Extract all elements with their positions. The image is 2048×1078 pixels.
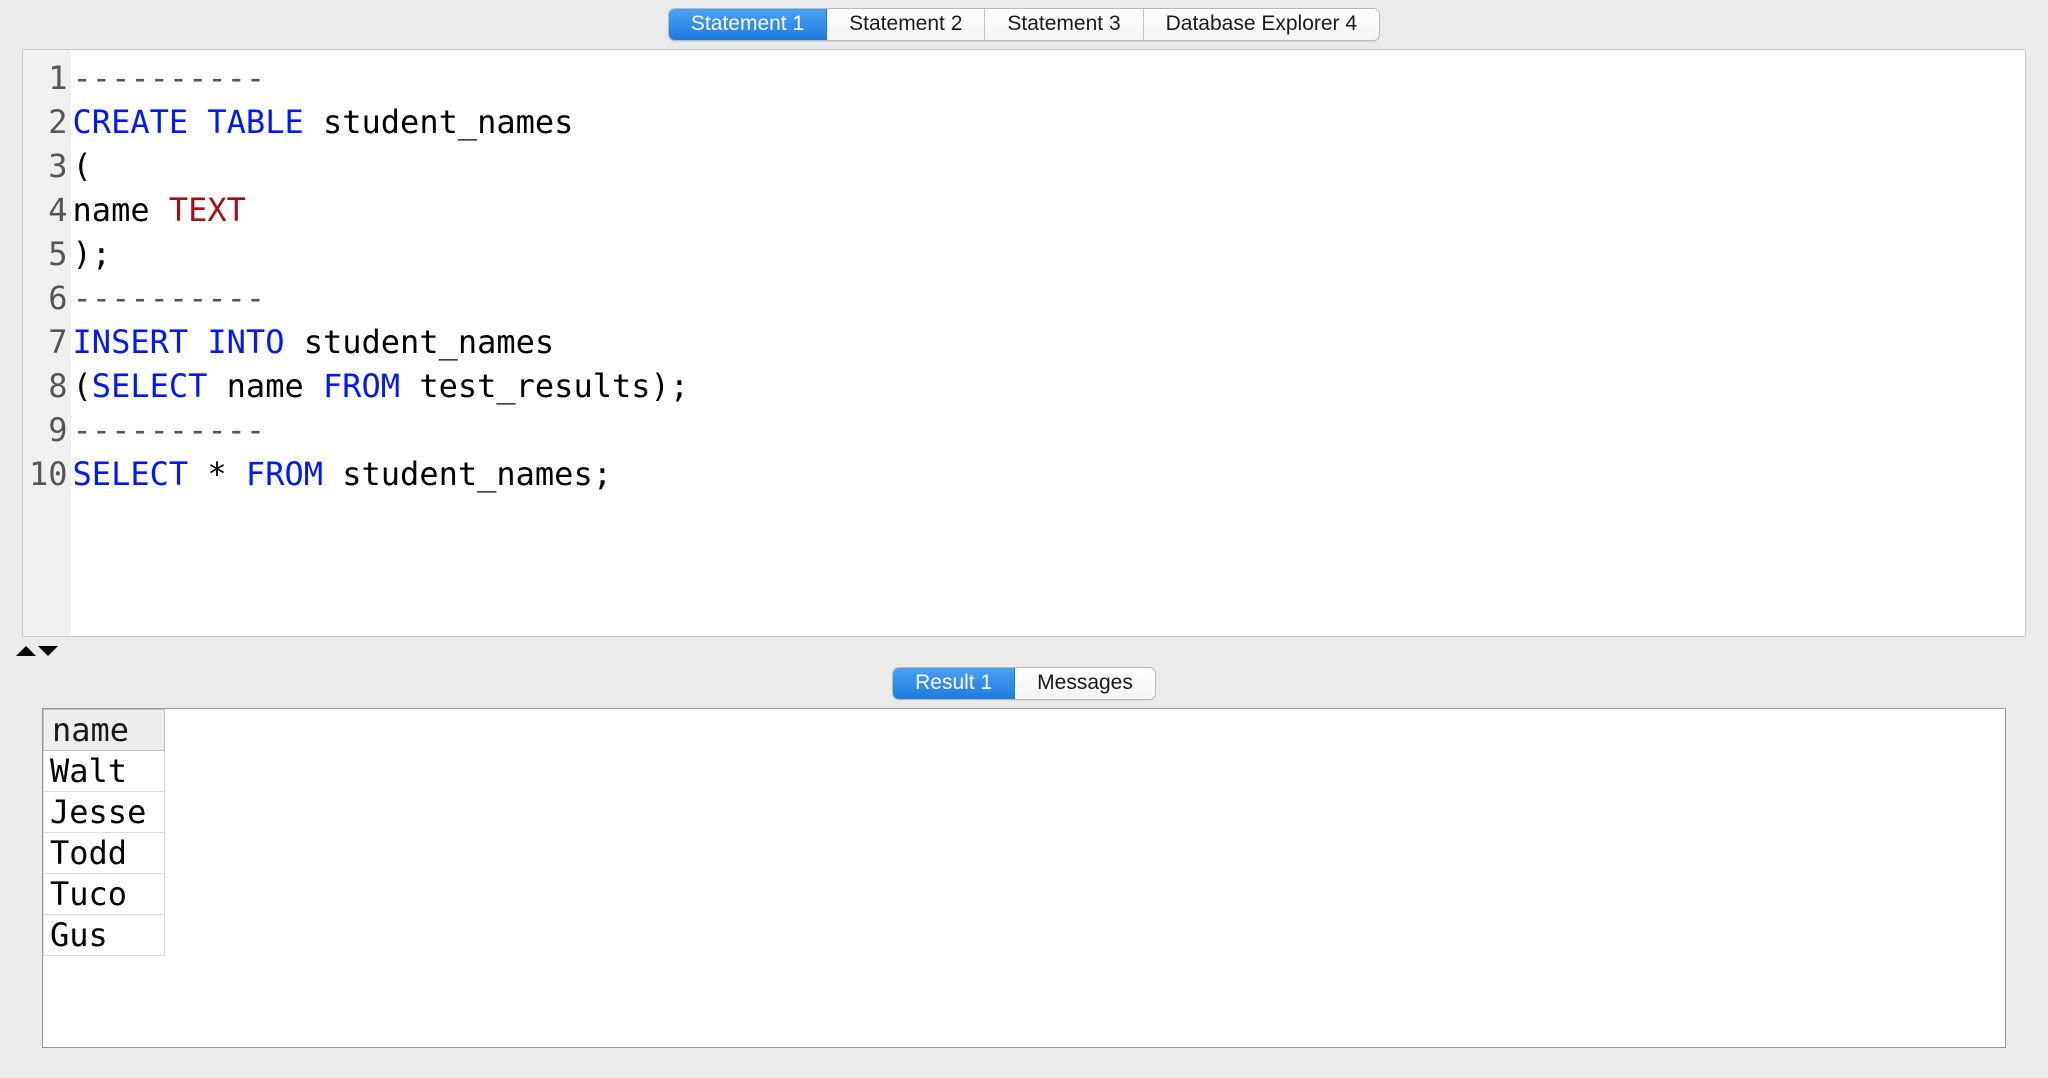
code-line[interactable]: ( bbox=[73, 144, 2019, 188]
code-token: * bbox=[188, 455, 246, 493]
line-number: 6 bbox=[29, 276, 68, 320]
code-token: ); bbox=[73, 235, 112, 273]
table-row[interactable]: Gus bbox=[44, 915, 165, 956]
tab-statement-2[interactable]: Statement 2 bbox=[827, 9, 985, 40]
line-number: 7 bbox=[29, 320, 68, 364]
results-table[interactable]: nameWaltJesseToddTucoGus bbox=[43, 709, 165, 956]
sql-editor[interactable]: ----------CREATE TABLE student_names(nam… bbox=[71, 50, 2025, 636]
collapse-up-icon bbox=[16, 646, 36, 656]
code-token: SELECT bbox=[73, 455, 189, 493]
code-token: TEXT bbox=[169, 191, 246, 229]
line-number: 4 bbox=[29, 188, 68, 232]
table-cell[interactable]: Todd bbox=[44, 833, 165, 874]
tab-messages[interactable]: Messages bbox=[1015, 668, 1155, 699]
line-number: 3 bbox=[29, 144, 68, 188]
results-tabgroup: Result 1 Messages bbox=[892, 667, 1156, 700]
line-number: 1 bbox=[29, 56, 68, 100]
code-line[interactable]: SELECT * FROM student_names; bbox=[73, 452, 2019, 496]
line-number: 10 bbox=[29, 452, 68, 496]
table-row[interactable]: Jesse bbox=[44, 792, 165, 833]
table-cell[interactable]: Walt bbox=[44, 751, 165, 792]
collapse-down-icon bbox=[38, 646, 58, 656]
code-token: name bbox=[73, 191, 169, 229]
code-line[interactable]: name TEXT bbox=[73, 188, 2019, 232]
tab-statement-3[interactable]: Statement 3 bbox=[985, 9, 1143, 40]
line-number-gutter: 12345678910 bbox=[23, 50, 71, 636]
code-line[interactable]: ---------- bbox=[73, 408, 2019, 452]
code-token: student_names; bbox=[323, 455, 612, 493]
code-token: ( bbox=[73, 367, 92, 405]
line-number: 8 bbox=[29, 364, 68, 408]
statement-tabgroup: Statement 1 Statement 2 Statement 3 Data… bbox=[668, 8, 1380, 41]
table-cell[interactable]: Tuco bbox=[44, 874, 165, 915]
code-line[interactable]: ---------- bbox=[73, 276, 2019, 320]
line-number: 9 bbox=[29, 408, 68, 452]
code-token: FROM bbox=[246, 455, 323, 493]
tab-statement-1[interactable]: Statement 1 bbox=[669, 9, 827, 40]
tab-database-explorer-4[interactable]: Database Explorer 4 bbox=[1144, 9, 1379, 40]
code-token: name bbox=[207, 367, 323, 405]
code-token: ---------- bbox=[73, 59, 266, 97]
code-token: student_names bbox=[304, 103, 574, 141]
sql-editor-panel: 12345678910 ----------CREATE TABLE stude… bbox=[22, 49, 2026, 637]
code-line[interactable]: ); bbox=[73, 232, 2019, 276]
column-header[interactable]: name bbox=[44, 710, 165, 751]
pane-splitter[interactable] bbox=[0, 637, 2048, 665]
code-token: SELECT bbox=[92, 367, 208, 405]
results-tabbar: Result 1 Messages bbox=[0, 665, 2048, 708]
line-number: 2 bbox=[29, 100, 68, 144]
table-cell[interactable]: Gus bbox=[44, 915, 165, 956]
code-token: INSERT INTO bbox=[73, 323, 285, 361]
code-line[interactable]: ---------- bbox=[73, 56, 2019, 100]
line-number: 5 bbox=[29, 232, 68, 276]
code-line[interactable]: CREATE TABLE student_names bbox=[73, 100, 2019, 144]
table-cell[interactable]: Jesse bbox=[44, 792, 165, 833]
code-line[interactable]: (SELECT name FROM test_results); bbox=[73, 364, 2019, 408]
code-token: student_names bbox=[284, 323, 554, 361]
code-line[interactable]: INSERT INTO student_names bbox=[73, 320, 2019, 364]
code-token: ---------- bbox=[73, 411, 266, 449]
table-row[interactable]: Todd bbox=[44, 833, 165, 874]
code-token: CREATE TABLE bbox=[73, 103, 304, 141]
table-row[interactable]: Walt bbox=[44, 751, 165, 792]
tab-result-1[interactable]: Result 1 bbox=[893, 668, 1015, 699]
code-token: FROM bbox=[323, 367, 400, 405]
results-panel: nameWaltJesseToddTucoGus bbox=[42, 708, 2006, 1048]
code-token: test_results); bbox=[400, 367, 689, 405]
code-token: ---------- bbox=[73, 279, 266, 317]
statement-tabbar: Statement 1 Statement 2 Statement 3 Data… bbox=[0, 0, 2048, 49]
code-token: ( bbox=[73, 147, 92, 185]
table-row[interactable]: Tuco bbox=[44, 874, 165, 915]
